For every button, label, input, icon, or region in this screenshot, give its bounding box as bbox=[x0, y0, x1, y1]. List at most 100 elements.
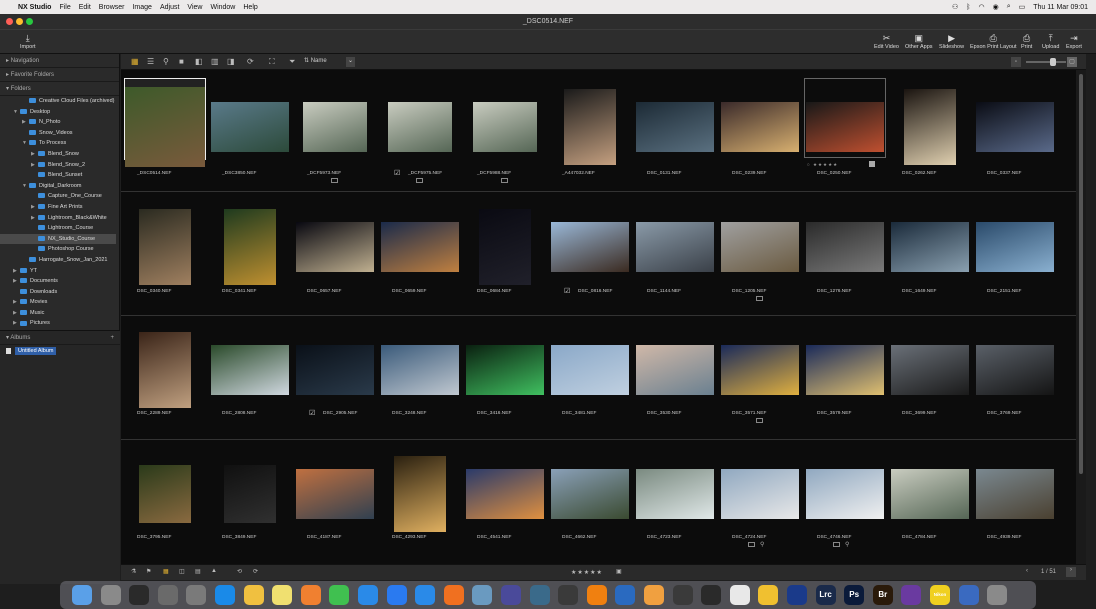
thumbnail-cell[interactable]: _DSC3850.NEF bbox=[208, 70, 292, 191]
photo-thumbnail[interactable] bbox=[125, 86, 205, 167]
folder-tree-item[interactable]: Capture_One_Course bbox=[0, 191, 116, 202]
photo-thumbnail[interactable] bbox=[636, 101, 714, 152]
photo-thumbnail[interactable] bbox=[636, 222, 714, 272]
thumbnail-cell[interactable]: DSC_3416.NEF bbox=[463, 317, 547, 439]
menu-image[interactable]: Image bbox=[132, 4, 151, 11]
zoom-icon[interactable] bbox=[386, 585, 407, 605]
rating-stars[interactable]: ○ ★★★★★ bbox=[807, 162, 838, 168]
album-name-field[interactable]: Untitled Album bbox=[15, 347, 57, 356]
control-center-icon[interactable]: ◉ bbox=[993, 3, 999, 11]
davinci-resolve-icon[interactable] bbox=[529, 585, 550, 605]
filter-tool-icon[interactable]: ⚗ bbox=[131, 568, 136, 575]
firefox-icon[interactable] bbox=[443, 585, 464, 605]
photo-thumbnail[interactable] bbox=[636, 345, 714, 395]
thumbnail-cell[interactable]: DSC_4662.NEF bbox=[548, 441, 632, 564]
folder-tree-item[interactable]: ▼ To Process bbox=[0, 138, 116, 149]
checkmark-icon[interactable]: ☑ bbox=[394, 169, 400, 177]
thumbnail-cell[interactable]: DSC_1649.NEF bbox=[888, 193, 972, 315]
compare-toggle-icon[interactable]: ◫ bbox=[179, 568, 185, 575]
photo-thumbnail[interactable] bbox=[551, 469, 629, 519]
thumbnail-cell[interactable]: DSC_0657.NEF bbox=[293, 193, 377, 315]
photo-thumbnail[interactable] bbox=[388, 101, 452, 152]
next-page-button[interactable]: › bbox=[1066, 567, 1076, 577]
album-item[interactable]: Untitled Album bbox=[0, 345, 120, 357]
photo-thumbnail[interactable] bbox=[381, 345, 459, 395]
upload-button[interactable]: ⤒ Upload bbox=[1042, 32, 1059, 50]
close-window-button[interactable] bbox=[6, 18, 13, 25]
export-button[interactable]: ⇥ Export bbox=[1066, 32, 1082, 50]
calendar-icon[interactable] bbox=[729, 585, 750, 605]
menu-edit[interactable]: Edit bbox=[79, 4, 91, 11]
user-icon[interactable]: ⚇ bbox=[952, 3, 958, 11]
thumbnail-cell[interactable]: DSC_1144.NEF bbox=[633, 193, 717, 315]
stickies-icon[interactable] bbox=[272, 585, 293, 605]
disclosure-arrow-icon[interactable]: ▶ bbox=[31, 160, 38, 171]
trash-icon[interactable] bbox=[987, 585, 1008, 605]
folder-tree-item[interactable]: NX_Studio_Course bbox=[0, 233, 116, 245]
disclosure-arrow-icon[interactable]: ▶ bbox=[13, 276, 20, 287]
protect-icon[interactable]: ▲ bbox=[211, 568, 217, 574]
thumbnail-cell[interactable]: DSC_3481.NEF bbox=[548, 317, 632, 439]
scrollbar-thumb[interactable] bbox=[1079, 74, 1083, 474]
edit-video-button[interactable]: ✂ Edit Video bbox=[874, 32, 899, 50]
split-view-icon[interactable]: ◨ bbox=[227, 57, 235, 67]
photo-thumbnail[interactable] bbox=[806, 222, 884, 272]
folder-tree-item[interactable]: ▶ Documents bbox=[0, 276, 116, 287]
slider-thumb[interactable] bbox=[1050, 58, 1056, 66]
fullscreen-icon[interactable]: ⛶ bbox=[269, 57, 275, 67]
thumbnail-cell[interactable]: _DSC0514.NEF bbox=[123, 70, 207, 191]
folder-tree-item[interactable]: Creative Cloud Files (archived) bbox=[0, 96, 116, 107]
photo-thumbnail[interactable] bbox=[551, 345, 629, 395]
thumbnail-cell[interactable]: _DCF5973.NEF bbox=[293, 70, 377, 191]
photo-thumbnail[interactable] bbox=[296, 222, 374, 272]
folder-tree-item[interactable]: Photoshop Course bbox=[0, 244, 116, 255]
grid-view-icon[interactable]: ▦ bbox=[131, 57, 139, 67]
label-tool-icon[interactable]: ⚑ bbox=[146, 568, 151, 575]
photo-thumbnail[interactable] bbox=[466, 345, 544, 395]
photo-thumbnail[interactable] bbox=[721, 345, 799, 395]
folder-tree-item[interactable]: ▶ Lightroom_Black&White bbox=[0, 213, 116, 224]
single-view-icon[interactable]: ■ bbox=[179, 57, 184, 67]
photo-thumbnail[interactable] bbox=[721, 222, 799, 272]
capture-one-icon[interactable] bbox=[672, 585, 693, 605]
photo-thumbnail[interactable] bbox=[211, 345, 289, 395]
keynote-icon[interactable] bbox=[358, 585, 378, 605]
rotate-icon[interactable]: ⟳ bbox=[247, 57, 254, 67]
disclosure-arrow-icon[interactable]: ▶ bbox=[13, 318, 20, 329]
thumbnail-cell[interactable]: _A447032.NEF bbox=[548, 70, 632, 191]
folder-tree-item[interactable]: ▼ Digital_Darkroom bbox=[0, 181, 116, 192]
minimize-window-button[interactable] bbox=[16, 18, 23, 25]
numbers-icon[interactable] bbox=[329, 585, 350, 605]
thumbnail-cell[interactable]: DSC_3769.NEF bbox=[973, 317, 1057, 439]
thumbnail-cell[interactable]: DSC_4723.NEF bbox=[633, 441, 717, 564]
photo-thumbnail[interactable] bbox=[891, 469, 969, 519]
folder-tree-item[interactable]: Blend_Sunset bbox=[0, 170, 116, 181]
disclosure-arrow-icon[interactable]: ▶ bbox=[31, 149, 38, 160]
wifi-icon[interactable]: ◠ bbox=[978, 3, 984, 11]
thumbnail-cell[interactable]: DSC_3571.NEF bbox=[718, 317, 802, 439]
folder-tree-item[interactable]: ▶ YT bbox=[0, 266, 116, 277]
thumbnail-cell[interactable]: DSC_2151.NEF bbox=[973, 193, 1057, 315]
photo-thumbnail[interactable] bbox=[806, 345, 884, 395]
photo-thumbnail[interactable] bbox=[891, 222, 969, 272]
photo-thumbnail[interactable] bbox=[976, 345, 1054, 395]
thumbnail-cell[interactable]: DSC_0684.NEF bbox=[463, 193, 547, 315]
nx-studio-icon[interactable] bbox=[701, 585, 722, 605]
import-button[interactable]: ⤓ Import bbox=[20, 32, 36, 50]
sketch-icon[interactable] bbox=[758, 585, 779, 605]
photo-thumbnail[interactable] bbox=[904, 88, 956, 165]
albums-section[interactable]: ▾ Albums + bbox=[0, 331, 120, 345]
photo-thumbnail[interactable] bbox=[551, 222, 629, 272]
disclosure-arrow-icon[interactable]: ▶ bbox=[31, 213, 38, 224]
folder-tree-item[interactable]: ▼ Desktop bbox=[0, 107, 116, 118]
photo-thumbnail[interactable] bbox=[636, 469, 714, 519]
1password-icon[interactable] bbox=[787, 585, 807, 605]
menu-adjust[interactable]: Adjust bbox=[160, 4, 179, 11]
thumbnail-cell[interactable]: DSC_3248.NEF bbox=[378, 317, 462, 439]
photo-thumbnail[interactable] bbox=[296, 345, 374, 395]
color-label-icon[interactable]: ▣ bbox=[616, 568, 622, 575]
checkmark-icon[interactable]: ☑ bbox=[309, 409, 315, 417]
notes-icon[interactable] bbox=[243, 585, 264, 605]
thumbnail-cell[interactable]: DSC_1205.NEF bbox=[718, 193, 802, 315]
thumbnail-cell[interactable]: ☑ _DCF5975.NEF bbox=[378, 70, 462, 191]
